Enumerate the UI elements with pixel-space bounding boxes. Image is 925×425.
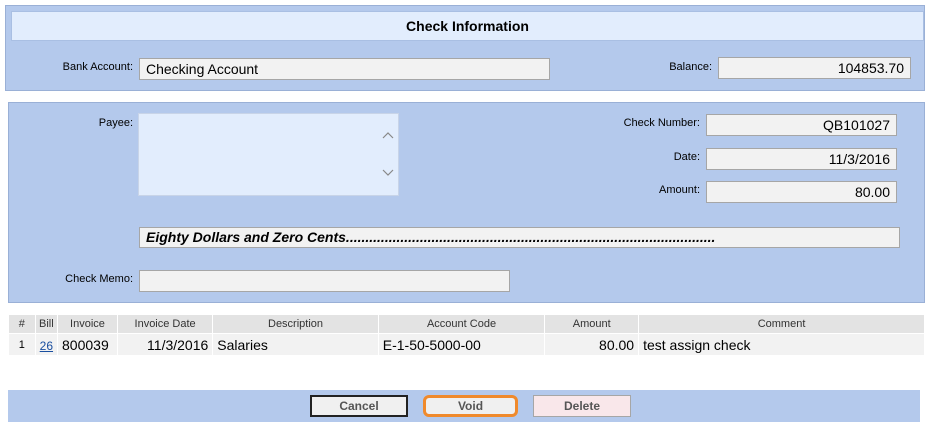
delete-button[interactable]: Delete	[533, 395, 631, 417]
table-header-row: # Bill Invoice Invoice Date Description …	[8, 314, 925, 334]
bank-account-label: Bank Account:	[62, 61, 133, 73]
amount-label: Amount:	[659, 184, 700, 196]
amount-in-words: Eighty Dollars and Zero Cents...........…	[139, 227, 900, 248]
date-label: Date:	[673, 151, 700, 163]
col-header-bill[interactable]: Bill	[34, 314, 59, 334]
invoice-cell: 800039	[57, 333, 118, 356]
balance-label: Balance:	[669, 61, 712, 73]
check-memo-field[interactable]	[139, 270, 510, 292]
description-cell: Salaries	[212, 333, 379, 356]
col-header-num[interactable]: #	[8, 314, 36, 334]
col-header-account-code[interactable]: Account Code	[377, 314, 546, 334]
cancel-button[interactable]: Cancel	[310, 395, 408, 417]
payee-label: Payee:	[98, 117, 133, 129]
date-field[interactable]: 11/3/2016	[706, 148, 897, 170]
col-header-invoice-date[interactable]: Invoice Date	[116, 314, 214, 334]
button-bar: Cancel Void Delete	[8, 390, 920, 422]
void-button[interactable]: Void	[423, 395, 518, 417]
check-number-field[interactable]: QB101027	[706, 114, 897, 136]
balance-field: 104853.70	[718, 57, 911, 79]
row-number: 1	[8, 333, 36, 356]
check-memo-label: Check Memo:	[65, 273, 133, 285]
bill-link[interactable]: 26	[40, 339, 53, 353]
col-header-description[interactable]: Description	[212, 314, 379, 334]
bank-account-field[interactable]: Checking Account	[139, 58, 550, 80]
amount-field[interactable]: 80.00	[706, 181, 897, 203]
col-header-amount[interactable]: Amount	[544, 314, 640, 334]
invoice-date-cell: 11/3/2016	[116, 333, 214, 356]
bill-cell: 26	[34, 333, 59, 356]
table-row[interactable]: 1 26 800039 11/3/2016 Salaries E-1-50-50…	[8, 333, 925, 356]
chevron-up-icon[interactable]	[381, 128, 395, 142]
payee-input[interactable]	[138, 113, 399, 196]
chevron-down-icon[interactable]	[381, 166, 395, 180]
account-code-cell: E-1-50-5000-00	[377, 333, 546, 356]
check-number-label: Check Number:	[623, 117, 700, 129]
line-items-table: # Bill Invoice Invoice Date Description …	[8, 314, 925, 356]
col-header-comment[interactable]: Comment	[638, 314, 925, 334]
comment-cell: test assign check	[638, 333, 925, 356]
page-title: Check Information	[11, 11, 924, 41]
col-header-invoice[interactable]: Invoice	[57, 314, 118, 334]
amount-cell: 80.00	[544, 333, 640, 356]
